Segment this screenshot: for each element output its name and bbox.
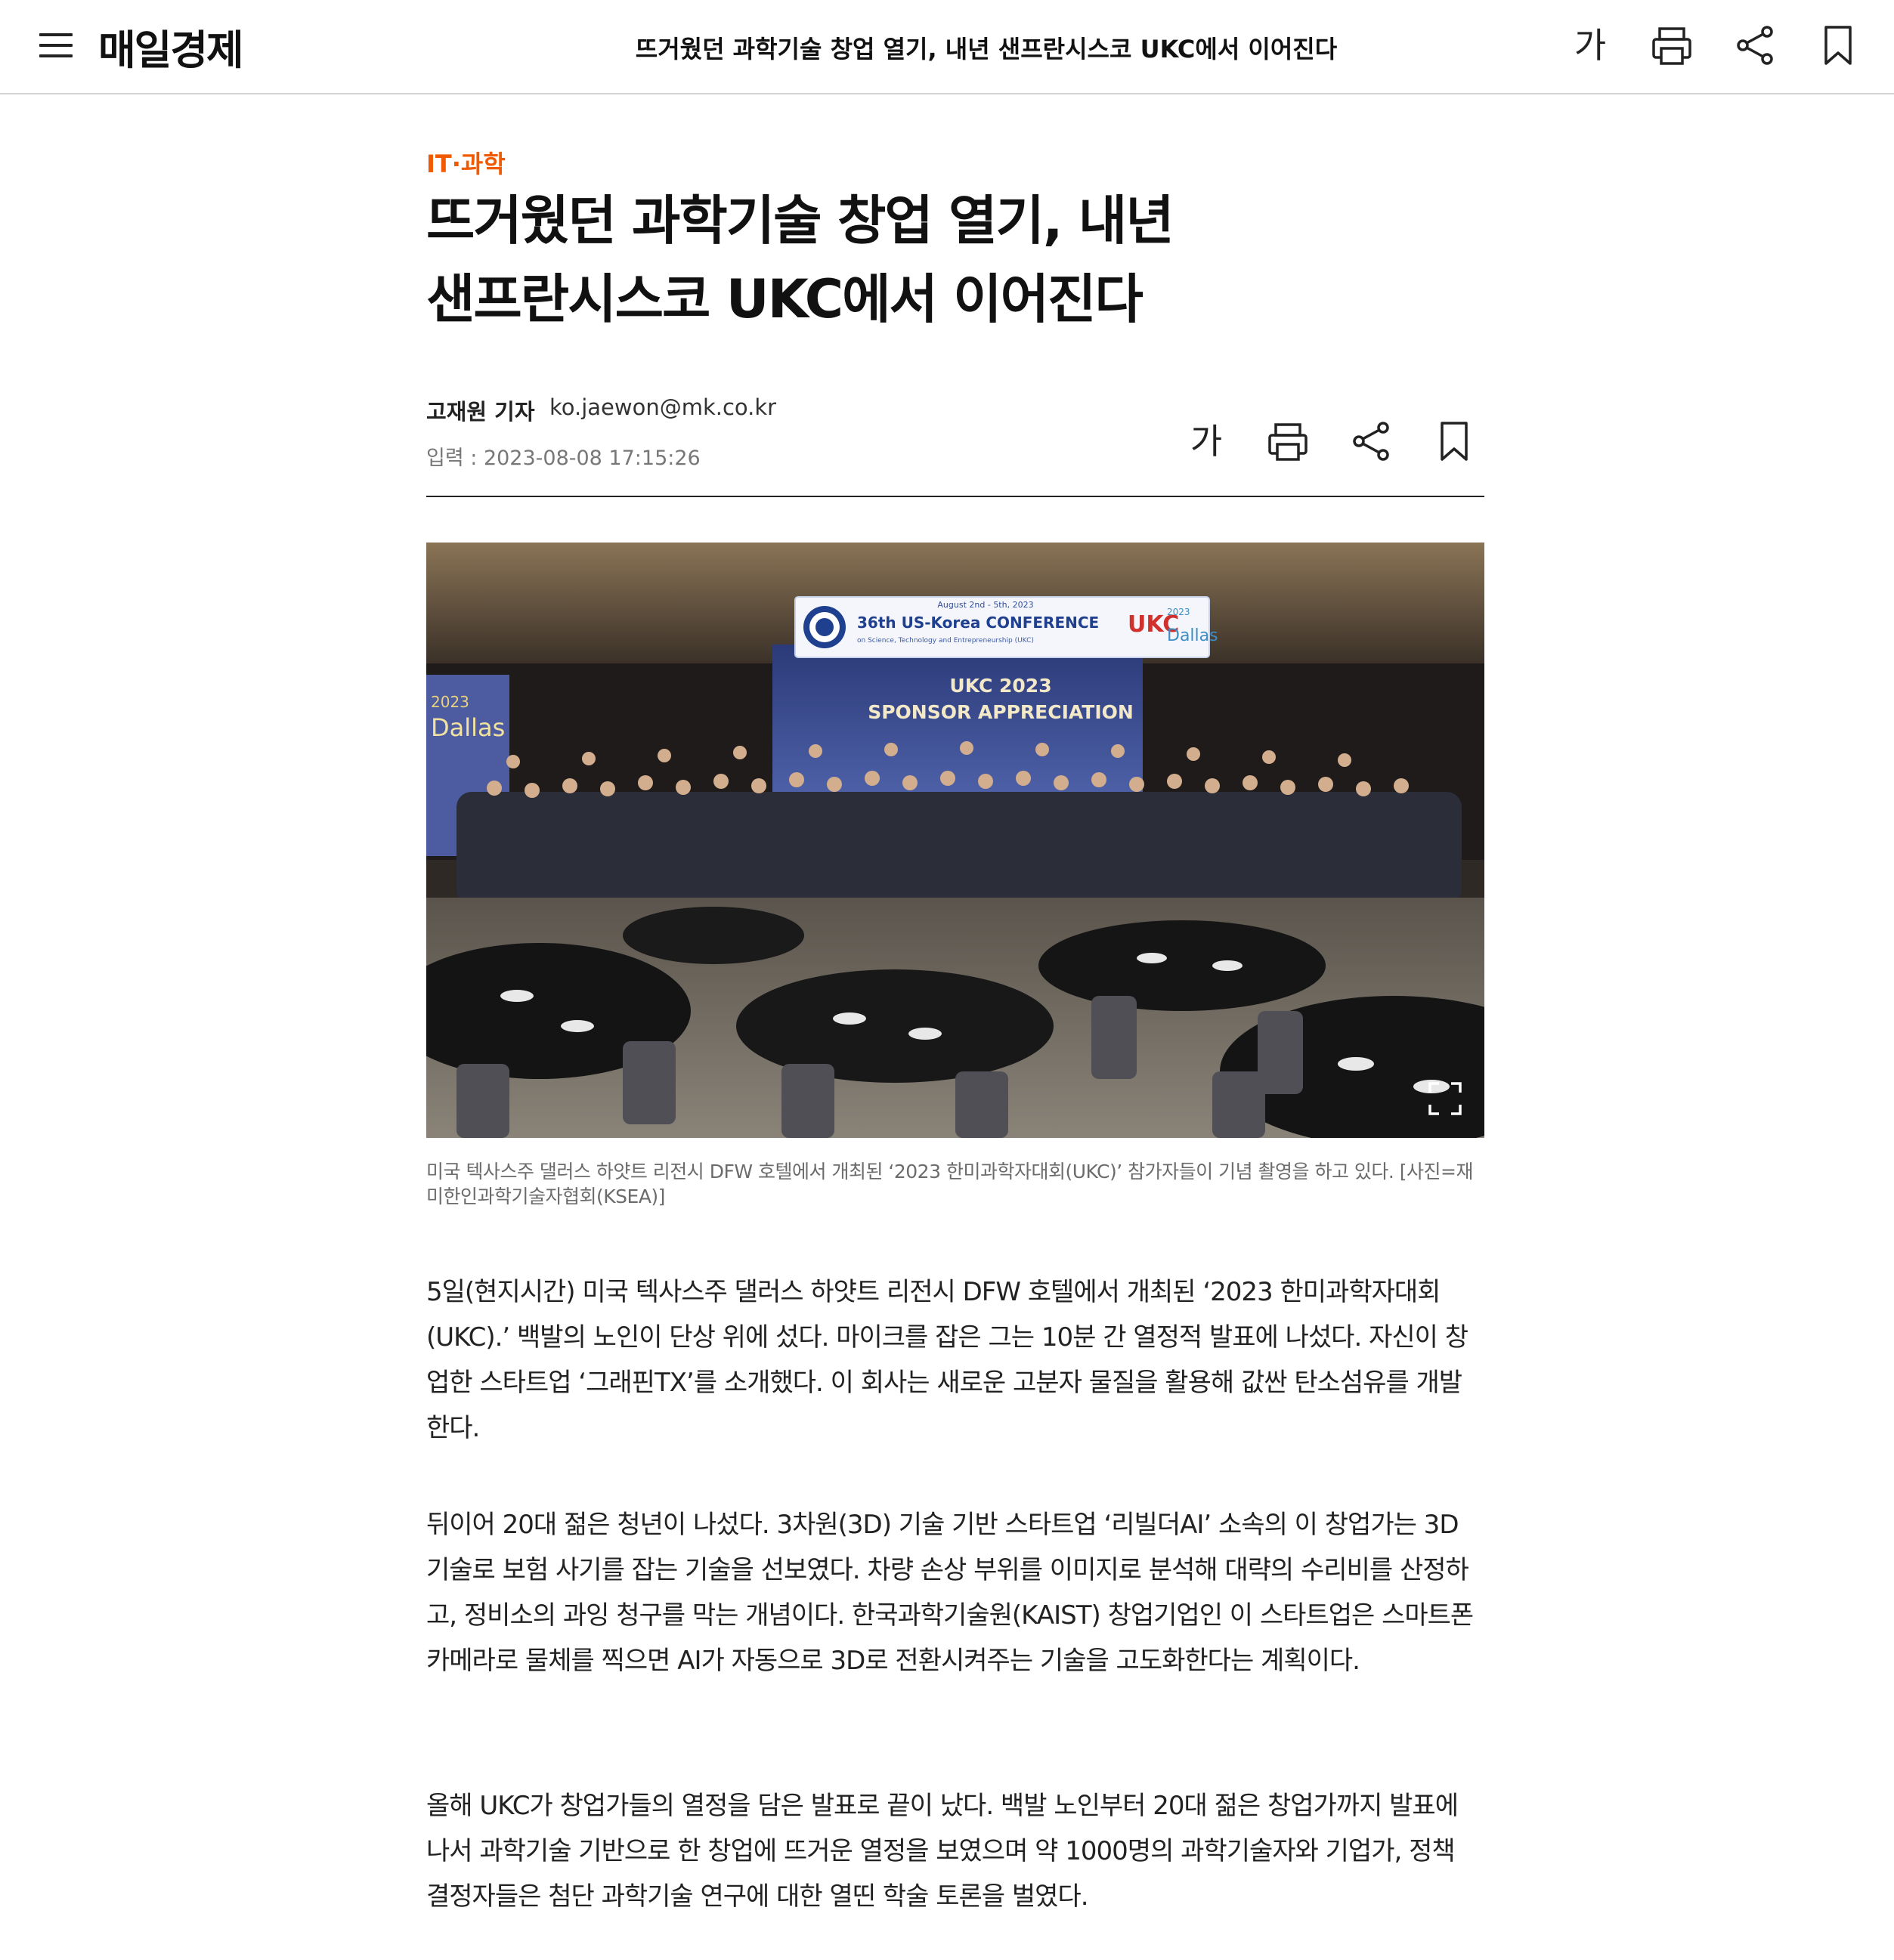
expand-icon[interactable] bbox=[1422, 1076, 1468, 1121]
banner-city: Dallas bbox=[1167, 626, 1218, 645]
font-size-icon[interactable]: 가 bbox=[1184, 419, 1229, 464]
share-icon[interactable] bbox=[1348, 419, 1394, 464]
article-paragraph: 뒤이어 20대 젊은 청년이 나섰다. 3차원(3D) 기술 기반 스타트업 ‘… bbox=[426, 1510, 1474, 1676]
article-headline: 뜨거웠던 과학기술 창업 열기, 내년 샌프란시스코 UKC에서 이어진다 bbox=[426, 181, 1258, 339]
site-logo[interactable]: 매일경제 bbox=[98, 17, 244, 76]
banner-subtitle: on Science, Technology and Entrepreneurs… bbox=[857, 637, 1034, 645]
header-article-title: 뜨거웠던 과학기술 창업 열기, 내년 샌프란시스코 UKC에서 이어진다 bbox=[635, 35, 1338, 63]
menu-icon[interactable] bbox=[39, 33, 73, 60]
bookmark-icon[interactable] bbox=[1431, 419, 1477, 464]
byline-divider bbox=[426, 496, 1484, 497]
bookmark-icon[interactable] bbox=[1815, 23, 1861, 68]
article-paragraph: 올해 UKC가 창업가들의 열정을 담은 발표로 끝이 났다. 백발 노인부터 … bbox=[426, 1791, 1459, 1912]
publish-date: 입력 : 2023-08-08 17:15:26 bbox=[426, 447, 701, 470]
print-icon[interactable] bbox=[1265, 419, 1311, 464]
side-screen-city: Dallas bbox=[431, 713, 505, 742]
author-email[interactable]: ko.jaewon@mk.co.kr bbox=[549, 394, 776, 420]
banner-date: August 2nd - 5th, 2023 bbox=[937, 600, 1033, 610]
photo-illustration: August 2nd - 5th, 2023 36th US-Korea CON… bbox=[426, 543, 1484, 1138]
screen-title: UKC 2023 bbox=[949, 675, 1051, 697]
share-icon[interactable] bbox=[1732, 23, 1778, 68]
article-paragraph: 5일(현지시간) 미국 텍사스주 댈러스 하얏트 리전시 DFW 호텔에서 개최… bbox=[426, 1277, 1468, 1443]
headline-line-2: 샌프란시스코 UKC에서 이어진다 bbox=[426, 268, 1144, 330]
screen-subtitle: SPONSOR APPRECIATION bbox=[868, 701, 1134, 723]
photo-caption: 미국 텍사스주 댈러스 하얏트 리전시 DFW 호텔에서 개최된 ‘2023 한… bbox=[426, 1161, 1474, 1207]
banner-year: 2023 bbox=[1167, 607, 1190, 617]
banner-title: 36th US-Korea CONFERENCE bbox=[857, 614, 1099, 632]
font-size-icon[interactable]: 가 bbox=[1568, 23, 1613, 68]
side-screen-year: 2023 bbox=[431, 693, 469, 711]
article-photo[interactable]: August 2nd - 5th, 2023 36th US-Korea CON… bbox=[426, 543, 1484, 1138]
top-bar: 매일경제 뜨거웠던 과학기술 창업 열기, 내년 샌프란시스코 UKC에서 이어… bbox=[0, 0, 1894, 94]
article-category[interactable]: IT·과학 bbox=[426, 145, 506, 180]
author-name[interactable]: 고재원 기자 bbox=[426, 394, 535, 426]
print-icon[interactable] bbox=[1649, 23, 1694, 68]
headline-line-1: 뜨거웠던 과학기술 창업 열기, 내년 bbox=[426, 190, 1174, 252]
